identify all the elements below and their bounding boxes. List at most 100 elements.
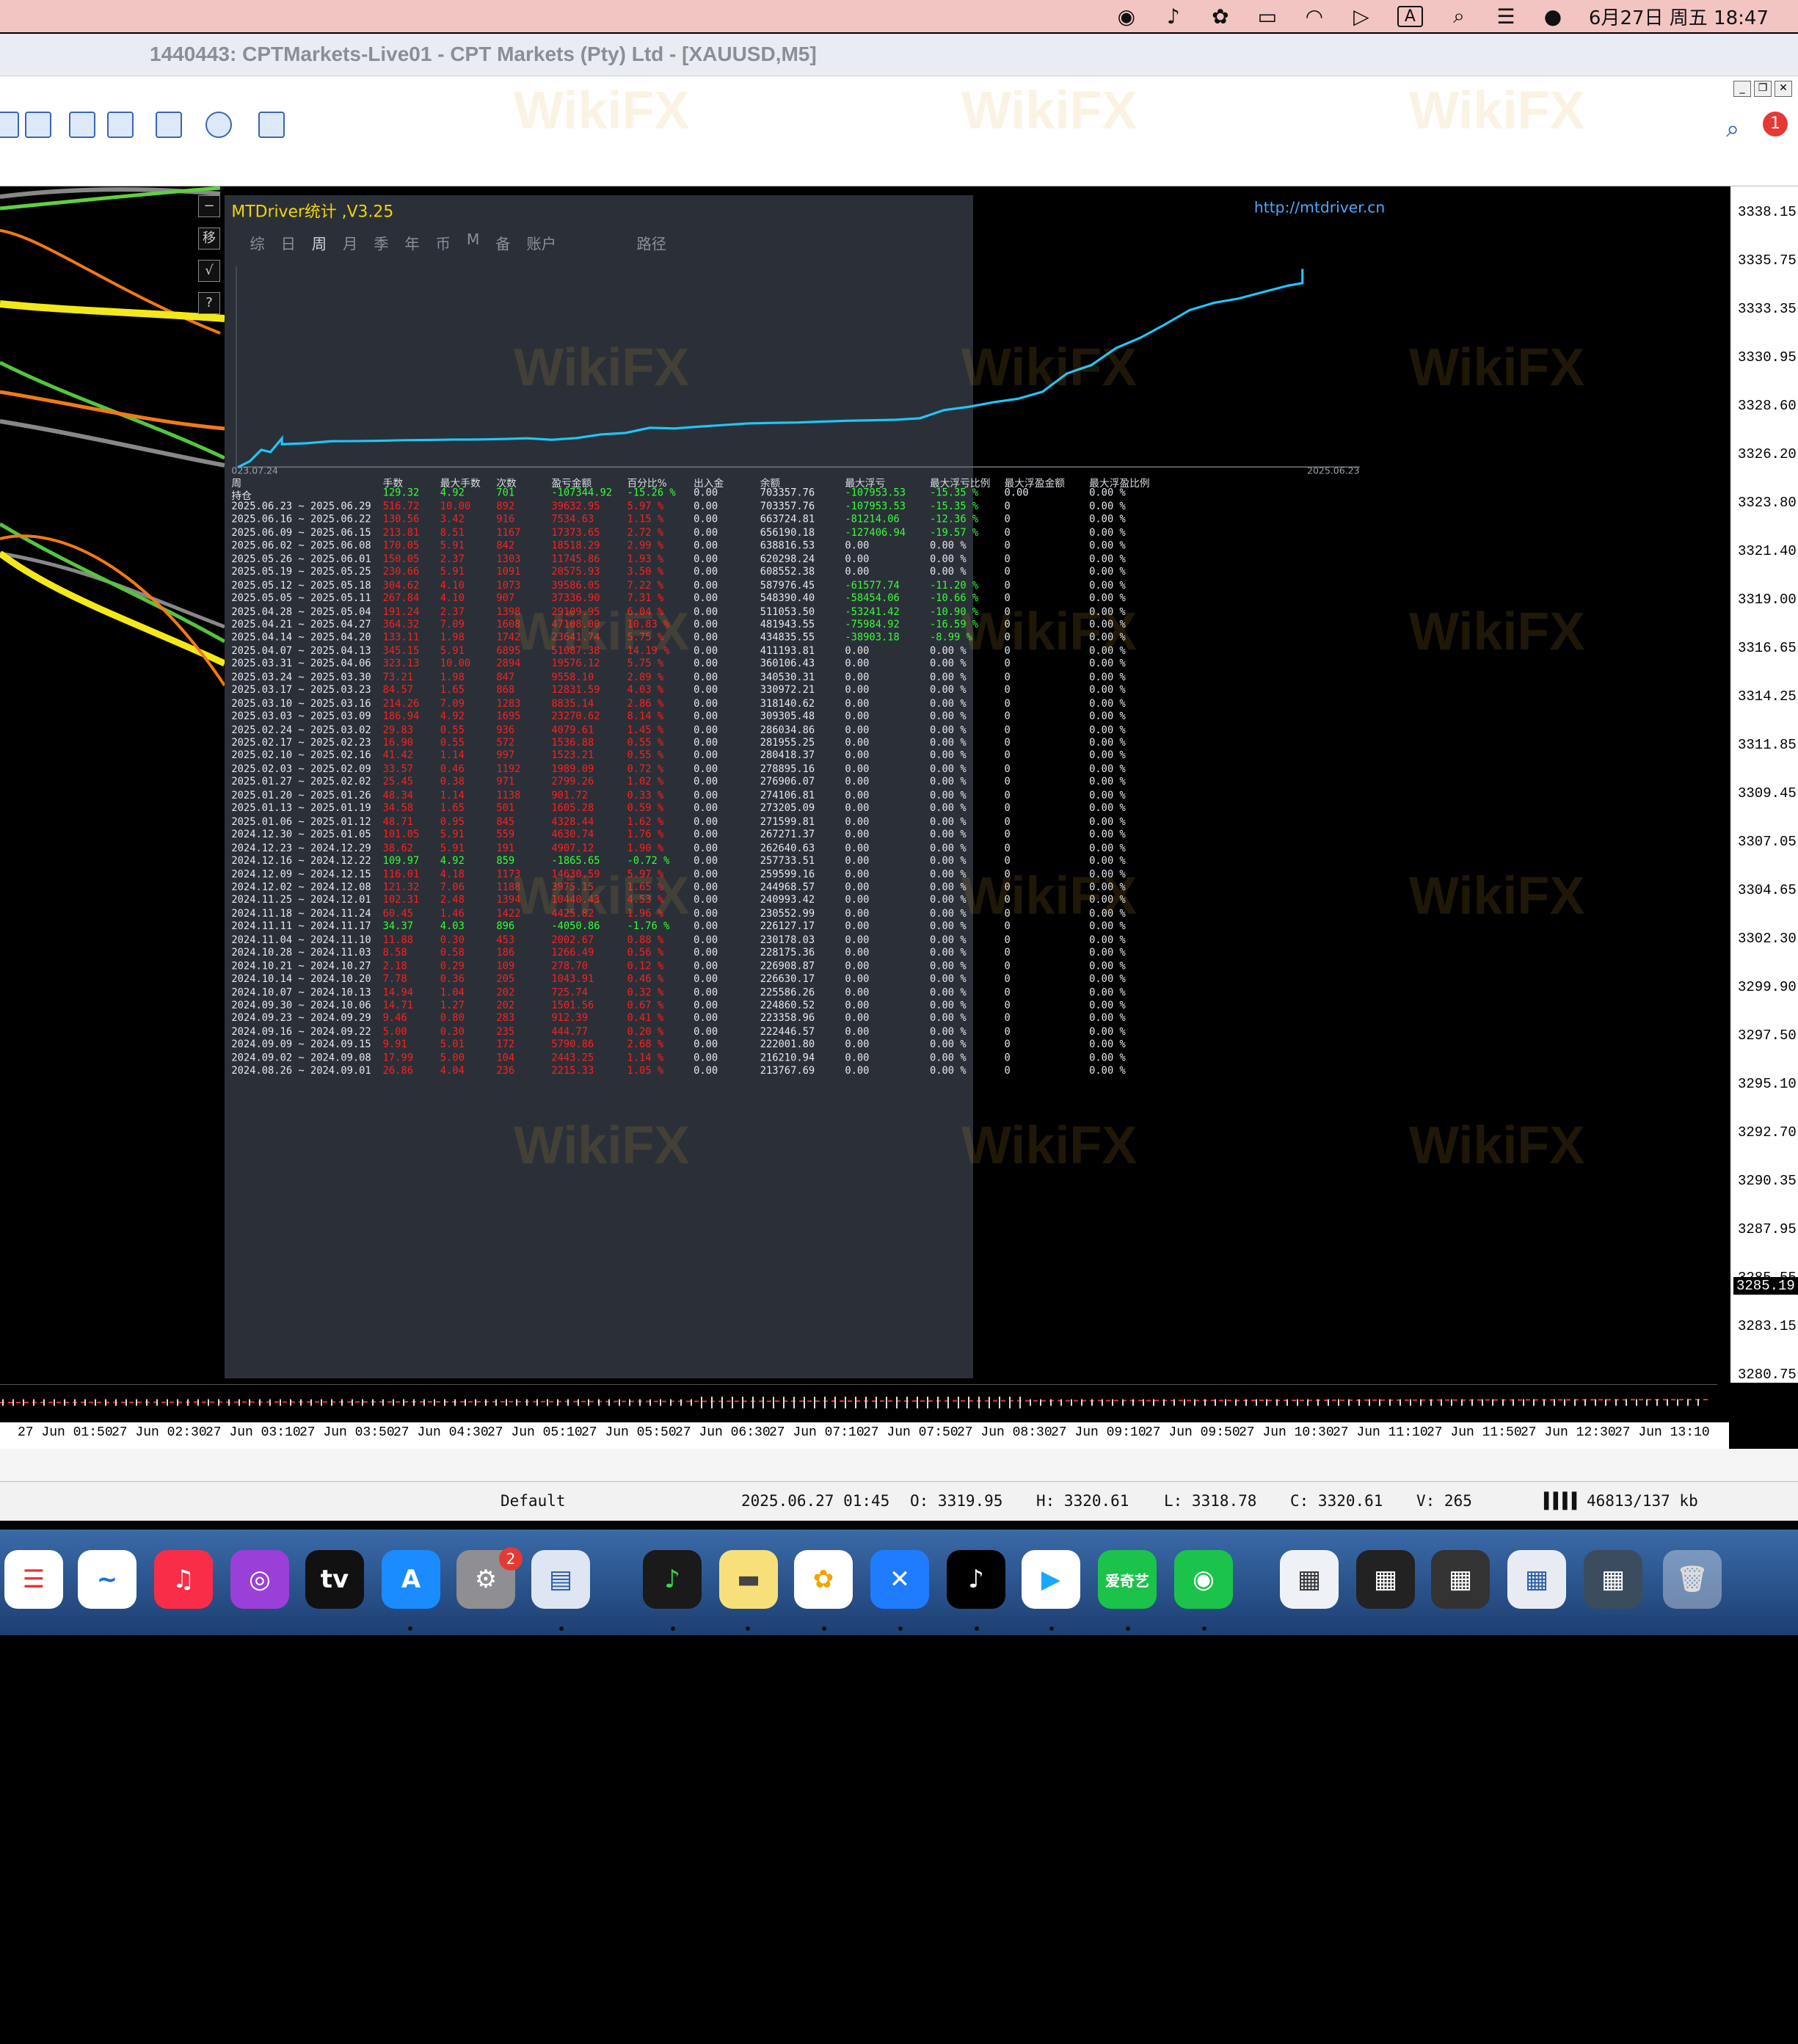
window-thumb-1[interactable]: ▦ — [1280, 1550, 1339, 1609]
close-button[interactable]: ✕ — [1775, 81, 1792, 97]
tab-14[interactable]: 路径 — [634, 232, 669, 253]
cell: 0.00 % — [1089, 632, 1126, 644]
cell: 0.00 % — [929, 948, 967, 959]
cell: 172 — [496, 1039, 515, 1052]
tab-9[interactable]: 账户 — [524, 232, 558, 253]
autoscroll-icon[interactable] — [107, 112, 134, 138]
cell: 0 — [1004, 986, 1011, 999]
status-profile[interactable]: Default — [501, 1492, 566, 1510]
tab-8[interactable]: 备 — [493, 232, 513, 253]
cell: 0 — [1004, 974, 1011, 986]
cell: 25.45 — [382, 776, 414, 789]
cell: 2024.11.04 ~ 2024.11.10 — [231, 934, 371, 947]
tab-6[interactable]: 币 — [434, 232, 454, 253]
notification-badge[interactable]: 1 — [1763, 112, 1788, 137]
metatrader-icon[interactable]: ▤ — [531, 1550, 590, 1609]
periodicity-icon[interactable] — [205, 112, 232, 138]
trash-icon[interactable]: 🗑 — [1663, 1550, 1722, 1609]
iqiyi-icon[interactable]: 爱奇艺 — [1098, 1550, 1157, 1609]
podcasts-icon[interactable]: ◎ — [230, 1550, 289, 1609]
cell: 323.13 — [382, 658, 420, 671]
cell: 0.00 — [845, 829, 870, 841]
tab-13[interactable] — [618, 232, 622, 254]
cell: 0.00 — [845, 856, 870, 868]
price-tick: 3333.35 — [1738, 301, 1797, 317]
xcode-icon[interactable]: ✕ — [870, 1550, 929, 1609]
control-center-icon[interactable]: ☰ — [1495, 4, 1517, 29]
cell: 0.00 % — [1089, 698, 1126, 710]
search-icon[interactable]: ⌕ — [1726, 114, 1739, 143]
cell: 0.00 % — [1089, 868, 1126, 881]
tab-3[interactable]: 月 — [341, 232, 360, 253]
minimize-button[interactable]: _ — [1733, 81, 1751, 97]
table-row: 2024.10.14 ~ 2024.10.20 7.78 0.36 205 1043.9… — [231, 974, 1378, 987]
cell: 2024.12.16 ~ 2024.12.22 — [231, 856, 371, 868]
apple-tv-icon[interactable]: tv — [305, 1550, 364, 1609]
tab-10[interactable] — [570, 232, 575, 254]
battery-icon[interactable]: ▭ — [1256, 4, 1278, 29]
tab-2[interactable]: 周 — [310, 232, 330, 253]
window-thumb-2[interactable]: ▦ — [1356, 1550, 1415, 1609]
price-axis: 3338.15 3335.75 3333.35 3330.95 3328.60 3326.… — [1729, 186, 1798, 1383]
tab-11[interactable] — [586, 232, 591, 254]
panel-link[interactable]: http://mtdriver.cn — [1254, 200, 1385, 217]
cell: 244968.57 — [760, 881, 815, 894]
chart-shift-icon[interactable] — [69, 112, 95, 138]
video-player-icon[interactable]: ▶ — [1022, 1550, 1080, 1609]
cell: 0 — [1004, 593, 1011, 605]
horizontal-scrollbar[interactable] — [0, 1449, 1798, 1481]
app-store-icon[interactable]: A — [382, 1550, 440, 1609]
cell: 34.58 — [382, 803, 414, 815]
cell: -127406.94 — [845, 527, 906, 539]
music-icon[interactable]: ♫ — [154, 1550, 213, 1609]
search-icon[interactable]: ⌕ — [1448, 4, 1470, 29]
freeform-icon[interactable]: ~ — [78, 1550, 137, 1609]
notes-icon[interactable]: ▬ — [719, 1550, 778, 1609]
templates-icon[interactable] — [258, 112, 285, 138]
help-button[interactable]: ? — [198, 292, 220, 314]
indicators-icon[interactable] — [156, 112, 182, 138]
input-method-icon[interactable]: A — [1397, 5, 1423, 27]
table-row: 2025.04.07 ~ 2025.04.13 345.15 5.91 6895 510… — [231, 646, 1378, 659]
cell: -4050.86 — [551, 921, 600, 934]
cell: 0.00 — [694, 974, 718, 986]
wechat-icon[interactable]: ◉ — [1174, 1550, 1233, 1609]
tab-5[interactable]: 年 — [402, 232, 422, 253]
cell: 0.00 — [694, 488, 718, 500]
switch-button[interactable]: 移 — [198, 228, 220, 250]
restore-button[interactable]: ❐ — [1754, 81, 1772, 97]
window-thumb-4[interactable]: ▦ — [1507, 1550, 1566, 1609]
cell: 274106.81 — [760, 790, 815, 802]
app-icon[interactable]: ✿ — [1209, 4, 1231, 29]
play-icon[interactable]: ▷ — [1350, 4, 1372, 29]
cell: 0 — [1004, 1052, 1011, 1065]
menubar-clock[interactable]: 6月27日 周五 18:47 — [1589, 3, 1769, 30]
cell: 0.00 — [845, 672, 870, 684]
tab-4[interactable]: 季 — [371, 232, 391, 253]
tab-0[interactable]: 综 — [247, 232, 267, 253]
tiktok-icon[interactable]: ♪ — [1162, 4, 1184, 29]
wifi-icon[interactable]: ◠ — [1303, 4, 1325, 29]
cell: 0.00 % — [1089, 961, 1126, 972]
tiktok-icon[interactable]: ♪ — [947, 1550, 1005, 1609]
cell: 0 — [1004, 790, 1011, 802]
tile-windows-icon[interactable] — [25, 112, 51, 138]
collapse-button[interactable]: − — [198, 195, 220, 217]
formula-button[interactable]: √ — [198, 260, 220, 282]
table-row: 2025.02.17 ~ 2025.02.23 16.90 0.55 572 1536.… — [231, 738, 1378, 751]
tab-1[interactable]: 日 — [278, 232, 298, 253]
cell: 1.14 — [440, 750, 465, 763]
tab-7[interactable]: M — [465, 232, 482, 254]
reminders-icon[interactable]: ☰ — [4, 1550, 63, 1609]
cell: 0.00 % — [929, 750, 967, 763]
zoom-icon[interactable] — [0, 112, 19, 138]
photos-icon[interactable]: ✿ — [794, 1550, 853, 1609]
music-app-icon[interactable]: ♪ — [643, 1550, 702, 1609]
cell: 0.00 % — [1089, 553, 1126, 566]
cell: 0 — [1004, 738, 1011, 749]
window-thumb-5[interactable]: ▦ — [1584, 1550, 1642, 1609]
window-thumb-3[interactable]: ▦ — [1431, 1550, 1490, 1609]
siri-icon[interactable]: ● — [1542, 4, 1564, 29]
tab-12[interactable] — [603, 232, 607, 254]
wechat-icon[interactable]: ◉ — [1115, 4, 1138, 29]
